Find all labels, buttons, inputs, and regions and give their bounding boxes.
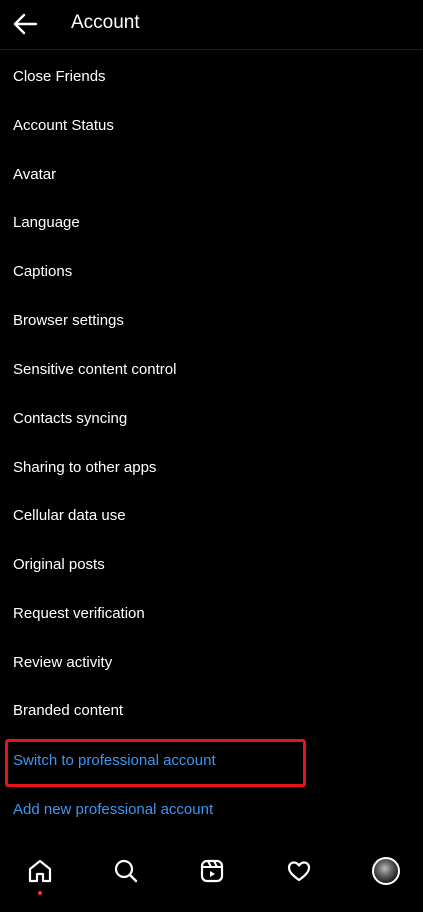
nav-profile-button[interactable] <box>368 853 404 889</box>
bottom-navigation <box>0 845 423 897</box>
menu-item-sensitive-content-control[interactable]: Sensitive content control <box>0 345 423 393</box>
nav-search-button[interactable] <box>108 853 144 889</box>
menu-item-account-status[interactable]: Account Status <box>0 101 423 149</box>
menu-item-original-posts[interactable]: Original posts <box>0 540 423 588</box>
nav-home-button[interactable] <box>22 853 58 895</box>
page-title: Account <box>71 12 140 33</box>
menu-item-language[interactable]: Language <box>0 198 423 246</box>
top-bar: Account <box>0 0 423 50</box>
nav-activity-button[interactable] <box>281 853 317 889</box>
menu-item-avatar[interactable]: Avatar <box>0 150 423 198</box>
menu-item-review-activity[interactable]: Review activity <box>0 638 423 686</box>
menu-item-sharing-to-other-apps[interactable]: Sharing to other apps <box>0 443 423 491</box>
menu-item-cellular-data-use[interactable]: Cellular data use <box>0 491 423 539</box>
home-icon <box>28 859 52 883</box>
menu-item-captions[interactable]: Captions <box>0 247 423 295</box>
nav-reels-button[interactable] <box>194 853 230 889</box>
menu-item-branded-content[interactable]: Branded content <box>0 686 423 734</box>
back-button[interactable] <box>10 8 42 40</box>
heart-icon <box>287 861 311 882</box>
profile-avatar <box>372 857 400 885</box>
reels-icon <box>200 859 224 883</box>
back-arrow-icon <box>13 13 38 35</box>
menu-item-close-friends[interactable]: Close Friends <box>0 52 423 100</box>
search-icon <box>114 859 138 883</box>
menu-item-browser-settings[interactable]: Browser settings <box>0 296 423 344</box>
menu-item-contacts-syncing[interactable]: Contacts syncing <box>0 394 423 442</box>
menu-item-switch-to-professional-account[interactable]: Switch to professional account <box>0 736 423 784</box>
menu-item-request-verification[interactable]: Request verification <box>0 589 423 637</box>
menu-item-add-new-professional-account[interactable]: Add new professional account <box>0 785 423 833</box>
notification-dot <box>38 891 42 895</box>
